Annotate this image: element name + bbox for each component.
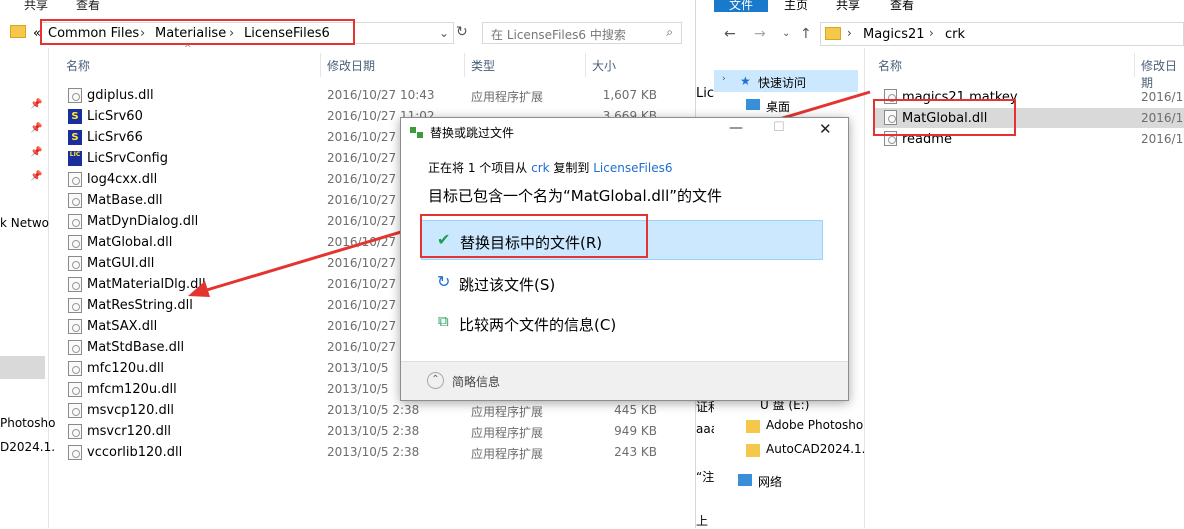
chevron-up-icon[interactable]: ⌃ [427,372,444,389]
minimize-button[interactable]: — [729,120,743,136]
compare-option[interactable]: ⧉ 比较两个文件的信息(C) [421,303,823,343]
destination-link[interactable]: LicenseFiles6 [593,161,672,175]
fewer-details-button[interactable]: 简略信息 [452,373,500,390]
close-button[interactable]: ✕ [819,120,832,138]
maximize-button[interactable]: ☐ [773,120,785,135]
status-prefix: 正在将 1 个项目从 [428,161,528,175]
copy-icon [410,127,424,139]
compare-option-label: 比较两个文件的信息(C) [459,316,617,334]
dialog-title: 替换或跳过文件 [430,126,515,140]
skip-icon: ↻ [437,272,451,291]
arrow-head [188,281,210,297]
dialog-heading: 目标已包含一个名为“MatGlobal.dll”的文件 [428,187,723,205]
skip-option-label: 跳过该文件(S) [459,276,556,294]
compare-icon: ⧉ [438,312,449,330]
dialog-footer: ⌃ 简略信息 [401,361,848,400]
highlight-box [420,214,648,258]
status-line: 正在将 1 个项目从 crk 复制到 LicenseFiles6 [428,159,672,176]
status-mid: 复制到 [553,161,590,175]
replace-or-skip-dialog: 替换或跳过文件 — ☐ ✕ 正在将 1 个项目从 crk 复制到 License… [400,117,849,401]
skip-option[interactable]: ↻ 跳过该文件(S) [421,263,823,303]
source-link[interactable]: crk [531,161,549,175]
